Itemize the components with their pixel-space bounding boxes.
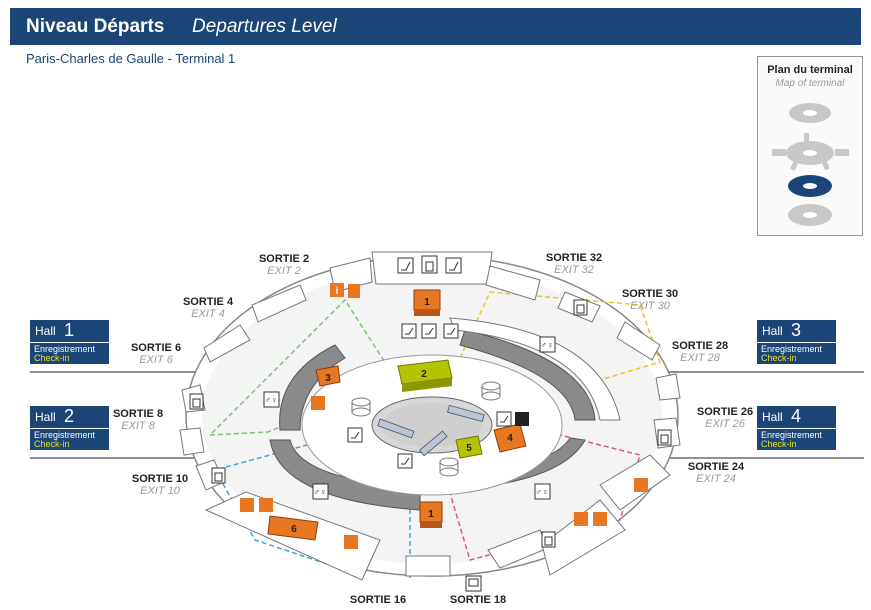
- svg-text:♂♀: ♂♀: [535, 487, 549, 497]
- zone-label: 3: [325, 373, 331, 384]
- elevator-icon[interactable]: [541, 531, 556, 548]
- baggage-icon[interactable]: [593, 512, 607, 526]
- exit-6-label: SORTIE 6 EXIT 6: [130, 342, 182, 366]
- zone-label: 1: [424, 297, 430, 308]
- bus-icon[interactable]: [465, 575, 482, 592]
- exit-10-label: SORTIE 10 EXIT 10: [131, 473, 189, 497]
- escalator-icon[interactable]: [496, 411, 512, 427]
- toilets-icon[interactable]: ♂♀: [312, 483, 329, 500]
- block-28: [655, 373, 681, 401]
- zone-label: 2: [421, 369, 427, 380]
- elevator-icon[interactable]: [657, 429, 672, 446]
- escalator-icon[interactable]: [443, 323, 459, 339]
- elevator-icon[interactable]: [211, 467, 226, 484]
- baggage-icon[interactable]: [311, 396, 325, 410]
- escalator-icon[interactable]: [347, 427, 363, 443]
- toilets-icon[interactable]: ♂♀: [534, 483, 551, 500]
- zone-label: 5: [466, 443, 472, 454]
- block-16: [405, 555, 451, 577]
- toilets-icon[interactable]: [634, 478, 648, 492]
- atm-icon[interactable]: [515, 412, 529, 426]
- escalator-icon[interactable]: [401, 323, 417, 339]
- exit-26-label: SORTIE 26 EXIT 26: [696, 406, 754, 430]
- zone-label: 1: [428, 509, 434, 520]
- exit-18-label: SORTIE 18: [449, 594, 507, 606]
- exit-2-label: SORTIE 2 EXIT 2: [258, 253, 310, 277]
- escalator-icon[interactable]: [421, 323, 437, 339]
- exit-32-label: SORTIE 32 EXIT 32: [545, 252, 603, 276]
- toilets-icon[interactable]: [348, 284, 360, 298]
- elevator-icon[interactable]: [421, 255, 438, 274]
- hall-3-label[interactable]: Hall 3 Enregistrement Check-in: [757, 320, 836, 364]
- hall-1-label[interactable]: Hall 1 Enregistrement Check-in: [30, 320, 109, 364]
- exit-4-label: SORTIE 4 EXIT 4: [182, 296, 234, 320]
- svg-text:♂♀: ♂♀: [540, 340, 554, 350]
- elevator-icon[interactable]: [573, 299, 588, 316]
- cylinder-pillar: [351, 397, 371, 417]
- baggage-icon[interactable]: [259, 498, 273, 512]
- exit-30-label: SORTIE 30 EXIT 30: [621, 288, 679, 312]
- terminal-map: 1 2 3 4 5 1 6 i ♂♀ ♂♀ ♂♀ ♂♀: [179, 251, 681, 592]
- exit-16-label: SORTIE 16: [349, 594, 407, 606]
- cylinder-pillar: [439, 457, 459, 477]
- cylinder-pillar: [481, 381, 501, 401]
- exit-24-label: SORTIE 24 EXIT 24: [687, 461, 745, 485]
- zone-3[interactable]: 3: [315, 365, 341, 387]
- zone-1-bottom[interactable]: 1: [419, 501, 443, 528]
- zone-5[interactable]: 5: [455, 435, 483, 459]
- toilets-icon[interactable]: ♂♀: [263, 391, 280, 408]
- block-8b: [179, 427, 205, 456]
- zone-label: 4: [507, 433, 513, 444]
- exit-8-label: SORTIE 8 EXIT 8: [112, 408, 164, 432]
- escalator-icon[interactable]: [397, 453, 413, 469]
- escalator-icon[interactable]: [397, 257, 414, 274]
- svg-text:i: i: [336, 286, 339, 297]
- information-icon[interactable]: i: [330, 283, 344, 297]
- escalator-icon[interactable]: [445, 257, 462, 274]
- zone-label: 6: [291, 524, 297, 535]
- toilets-icon[interactable]: ♂♀: [539, 336, 556, 353]
- toilets-icon[interactable]: [344, 535, 358, 549]
- hall-4-label[interactable]: Hall 4 Enregistrement Check-in: [757, 406, 836, 450]
- toilets-icon[interactable]: [574, 512, 588, 526]
- svg-text:♂♀: ♂♀: [264, 395, 278, 405]
- zone-1-top[interactable]: 1: [413, 289, 441, 316]
- elevator-icon[interactable]: [189, 393, 204, 410]
- svg-text:♂♀: ♂♀: [313, 487, 327, 497]
- exit-28-label: SORTIE 28 EXIT 28: [671, 340, 729, 364]
- toilets-icon[interactable]: [240, 498, 254, 512]
